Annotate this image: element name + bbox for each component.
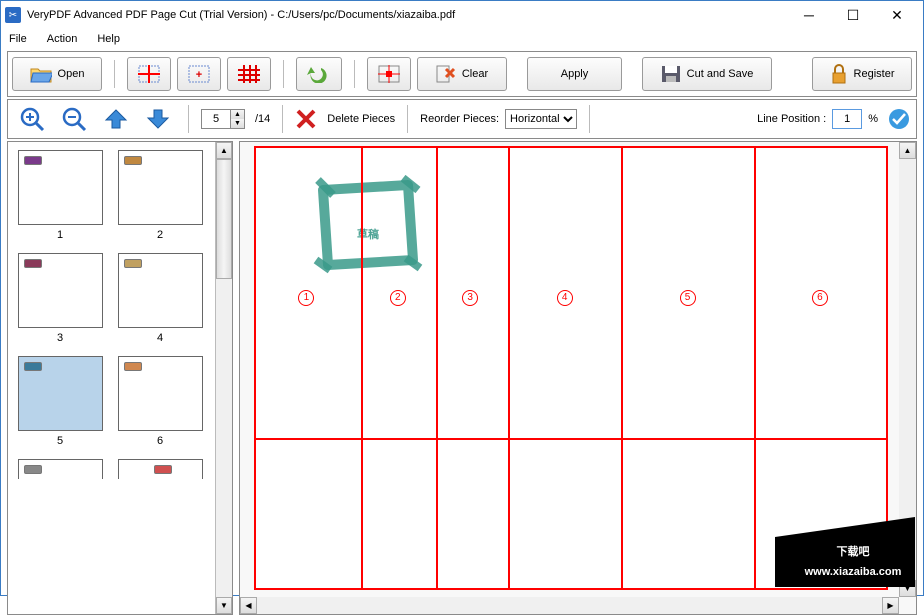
window-title: VeryPDF Advanced PDF Page Cut (Trial Ver… xyxy=(27,9,455,21)
grid-plus-icon: + xyxy=(188,65,210,83)
thumbnail[interactable] xyxy=(18,150,103,225)
svg-text:www.xiazaiba.com: www.xiazaiba.com xyxy=(804,566,902,578)
menubar: File Action Help xyxy=(1,29,923,49)
thumbnail-label: 5 xyxy=(57,435,63,447)
cut-and-save-button[interactable]: Cut and Save xyxy=(642,57,772,91)
delete-pieces-button[interactable]: Delete Pieces xyxy=(327,113,395,125)
cut-line-v[interactable] xyxy=(754,148,756,588)
menu-file[interactable]: File xyxy=(5,31,31,47)
separator xyxy=(188,105,189,133)
undo-icon xyxy=(307,65,331,83)
cut-save-label: Cut and Save xyxy=(687,68,754,80)
separator xyxy=(407,105,408,133)
scroll-thumb[interactable] xyxy=(216,159,232,279)
secondary-toolbar: ▲▼ /14 Delete Pieces Reorder Pieces: Hor… xyxy=(7,99,917,139)
prev-page-button[interactable] xyxy=(98,104,134,134)
separator xyxy=(589,105,590,133)
confirm-icon[interactable] xyxy=(888,108,910,130)
thumbnail-label: 1 xyxy=(57,229,63,241)
grid-icon xyxy=(138,65,160,83)
register-button[interactable]: Register xyxy=(812,57,912,91)
watermark-logo: 下载吧 www.xiazaiba.com xyxy=(775,517,915,587)
clear-button[interactable]: Clear xyxy=(417,57,507,91)
save-icon xyxy=(661,65,681,83)
reorder-label: Reorder Pieces: xyxy=(420,113,499,125)
cut-line-v[interactable] xyxy=(621,148,623,588)
zoom-in-button[interactable] xyxy=(14,104,50,134)
grid-hv-button[interactable] xyxy=(127,57,171,91)
apply-grid-button[interactable] xyxy=(367,57,411,91)
scroll-up[interactable]: ▲ xyxy=(216,142,232,159)
thumbnail[interactable] xyxy=(18,253,103,328)
line-position-label: Line Position : xyxy=(757,113,826,125)
thumbnail-panel: 1 2 3 4 5 6 ▲ ▼ xyxy=(7,141,233,615)
page-spinner[interactable]: ▲▼ xyxy=(201,109,245,129)
thumb-scrollbar[interactable]: ▲ ▼ xyxy=(215,142,232,614)
delete-icon xyxy=(295,108,317,130)
separator xyxy=(282,105,283,133)
zoom-in-icon xyxy=(19,106,45,132)
thumbnail-label: 3 xyxy=(57,332,63,344)
lock-icon xyxy=(830,64,848,84)
piece-number: 3 xyxy=(462,290,478,306)
open-label: Open xyxy=(58,68,85,80)
thumbnail[interactable] xyxy=(118,253,203,328)
preview-hscroll[interactable]: ◀▶ xyxy=(240,597,899,614)
maximize-button[interactable]: ☐ xyxy=(831,1,875,29)
up-arrow-icon xyxy=(104,108,128,130)
titlebar: ✂ VeryPDF Advanced PDF Page Cut (Trial V… xyxy=(1,1,923,29)
minimize-button[interactable]: ─ xyxy=(787,1,831,29)
close-button[interactable]: ✕ xyxy=(875,1,919,29)
cut-line-h[interactable] xyxy=(256,438,886,440)
piece-number: 1 xyxy=(298,290,314,306)
reorder-select[interactable]: Horizontal xyxy=(505,109,577,129)
percent-label: % xyxy=(868,113,878,125)
svg-text:下载吧: 下载吧 xyxy=(837,544,870,558)
separator xyxy=(283,60,284,88)
cut-line-v[interactable] xyxy=(508,148,510,588)
folder-icon xyxy=(30,65,52,83)
thumbnail[interactable] xyxy=(118,356,203,431)
menu-action[interactable]: Action xyxy=(43,31,82,47)
cut-line-v[interactable] xyxy=(436,148,438,588)
register-label: Register xyxy=(854,68,895,80)
thumbnail-label: 4 xyxy=(157,332,163,344)
clear-icon xyxy=(436,65,456,83)
clear-label: Clear xyxy=(462,68,488,80)
scroll-down[interactable]: ▼ xyxy=(216,597,232,614)
next-page-button[interactable] xyxy=(140,104,176,134)
grid-add-button[interactable]: + xyxy=(177,57,221,91)
spin-up[interactable]: ▲ xyxy=(231,110,244,119)
target-icon xyxy=(378,65,400,83)
piece-number: 6 xyxy=(812,290,828,306)
thumbnail-label: 6 xyxy=(157,435,163,447)
hash-icon xyxy=(238,65,260,83)
main-toolbar: Open + Clear Apply Cut and Save Register xyxy=(7,51,917,97)
line-position-input[interactable] xyxy=(832,109,862,129)
down-arrow-icon xyxy=(146,108,170,130)
piece-number: 2 xyxy=(390,290,406,306)
draft-stamp: 草稿 xyxy=(308,170,428,280)
apply-button[interactable]: Apply xyxy=(527,57,622,91)
thumbnail-label: 2 xyxy=(157,229,163,241)
page-total: /14 xyxy=(255,113,270,125)
open-button[interactable]: Open xyxy=(12,57,102,91)
piece-number: 5 xyxy=(680,290,696,306)
spin-down[interactable]: ▼ xyxy=(231,119,244,128)
undo-button[interactable] xyxy=(296,57,342,91)
separator xyxy=(114,60,115,88)
piece-number: 4 xyxy=(557,290,573,306)
separator xyxy=(354,60,355,88)
app-icon: ✂ xyxy=(5,7,21,23)
thumbnail[interactable] xyxy=(18,356,103,431)
thumbnail[interactable] xyxy=(118,150,203,225)
zoom-out-button[interactable] xyxy=(56,104,92,134)
menu-help[interactable]: Help xyxy=(93,31,124,47)
apply-label: Apply xyxy=(561,68,589,80)
page-input[interactable] xyxy=(201,109,231,129)
svg-text:+: + xyxy=(196,69,202,81)
cut-line-v[interactable] xyxy=(361,148,363,588)
hash-grid-button[interactable] xyxy=(227,57,271,91)
zoom-out-icon xyxy=(61,106,87,132)
